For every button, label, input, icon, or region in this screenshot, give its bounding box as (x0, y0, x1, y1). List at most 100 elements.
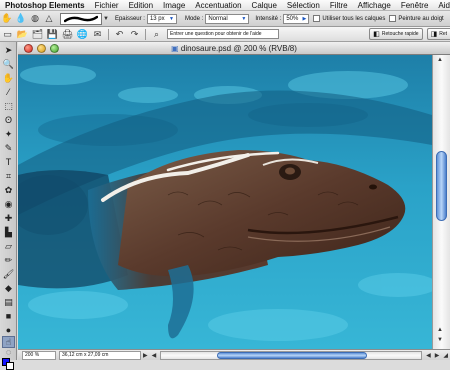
menu-image[interactable]: Image (158, 0, 190, 11)
selection-brush-icon[interactable]: ✎ (2, 142, 15, 154)
scroll-left-icon[interactable]: ◀ (152, 352, 157, 359)
cookie-cutter-icon[interactable]: ✿ (2, 184, 15, 196)
mode-select[interactable]: Normal ▼ (205, 13, 250, 24)
scroll-right-icon[interactable]: ▶ (435, 352, 440, 359)
marquee-icon[interactable]: ⬚ (2, 100, 15, 112)
brush-dropdown-icon[interactable]: ▼ (103, 16, 109, 22)
size-value: 13 px (149, 15, 165, 22)
tool-options-bar: ✋ 💧 ◍ △ ▼ Epaisseur : 13 px ▼ Mode : Nor… (0, 11, 450, 27)
menu-fichier[interactable]: Fichier (90, 0, 124, 11)
pencil-icon[interactable]: ✏ (2, 254, 15, 266)
web-icon[interactable]: 🌐 (75, 28, 90, 41)
menu-aide[interactable]: Aide (433, 0, 450, 11)
quick-fix-icon: ◧ (373, 31, 380, 38)
intensity-field[interactable]: 50% ▶ (283, 13, 310, 24)
next-button[interactable]: ◨ Ret (426, 28, 450, 40)
redo-icon[interactable]: ↷ (127, 28, 142, 41)
save-icon[interactable]: 💾 (45, 28, 60, 41)
intensity-value: 50% (286, 15, 299, 22)
horizontal-scrollbar[interactable] (160, 350, 423, 360)
document-title: ▣ dinosaure.psd @ 200 % (RVB/8) (18, 44, 450, 53)
chevron-right-icon: ▶ (302, 15, 307, 22)
resize-grip-icon[interactable]: ◢ (443, 352, 448, 359)
next-label: Ret (439, 31, 447, 37)
chevron-down-icon: ▼ (241, 15, 247, 22)
print-icon[interactable]: 🖨 (60, 28, 75, 41)
status-menu-icon[interactable]: ▶ (143, 352, 148, 359)
horizontal-scroll-thumb[interactable] (217, 351, 368, 359)
paint-bucket-icon[interactable]: ◆ (2, 282, 15, 294)
scroll-down-icon[interactable]: ▼ (437, 337, 443, 343)
toolbox: ➤ 🔍 ✋ ⁄ ⬚ ʘ ✦ ✎ T ⌗ ✿ ◉ ✚ ▙ ▱ ✏ 🖌 ◆ ▤ ■ … (0, 42, 17, 370)
eyedropper-icon[interactable]: ⁄ (2, 86, 15, 98)
status-bar: 200 % 36,12 cm x 27,09 cm ▶ ◀ ◀ ▶ ◢ (18, 349, 450, 360)
email-icon[interactable]: ✉ (90, 28, 105, 41)
new-file-icon[interactable]: ▭ (0, 28, 15, 41)
all-layers-label: Utiliser tous les calques (322, 15, 386, 22)
all-layers-checkbox[interactable] (313, 15, 321, 22)
browse-icon[interactable]: 🗂 (30, 28, 45, 41)
document-title-bar[interactable]: ▣ dinosaure.psd @ 200 % (RVB/8) (18, 42, 450, 55)
scroll-up-icon[interactable]: ▲ (437, 57, 443, 63)
document-dimensions: 36,12 cm x 27,09 cm (59, 350, 141, 360)
undo-icon[interactable]: ↶ (112, 28, 127, 41)
menu-filtre[interactable]: Filtre (325, 0, 353, 11)
chevron-down-icon: ▼ (169, 15, 174, 22)
clone-stamp-icon[interactable]: ▙ (2, 226, 15, 238)
healing-brush-icon[interactable]: ✚ (2, 212, 15, 224)
finger-painting-checkbox[interactable] (389, 15, 397, 22)
blur-icon[interactable]: ● (2, 324, 15, 336)
quick-fix-button[interactable]: ◧ Retouche rapide (369, 28, 423, 40)
type-icon[interactable]: T (2, 156, 15, 168)
document-window: ▣ dinosaure.psd @ 200 % (RVB/8) ▲ ▲ ▼ 20… (18, 42, 450, 360)
size-label: Epaisseur : (114, 15, 145, 22)
red-eye-icon[interactable]: ◉ (2, 198, 15, 210)
help-search-input[interactable]: Entrer une question pour obtenir de l'ai… (167, 29, 279, 39)
smudge-tool-icon[interactable]: ✋ (0, 13, 14, 25)
size-field[interactable]: 13 px ▼ (146, 13, 177, 24)
menu-app-name[interactable]: Photoshop Elements (0, 0, 90, 11)
document-title-text: dinosaure.psd @ 200 % (RVB/8) (180, 43, 297, 53)
vertical-scrollbar[interactable]: ▲ ▲ ▼ (432, 55, 450, 349)
gradient-icon[interactable]: ▤ (2, 296, 15, 308)
image-canvas[interactable] (18, 55, 432, 349)
menu-fenetre[interactable]: Fenêtre (396, 0, 434, 11)
eraser-icon[interactable]: ▱ (2, 240, 15, 252)
lasso-icon[interactable]: ʘ (2, 114, 15, 126)
menu-edition[interactable]: Edition (124, 0, 158, 11)
shape-icon[interactable]: ■ (2, 310, 15, 322)
magic-wand-icon[interactable]: ✦ (2, 128, 15, 140)
scroll-left-icon[interactable]: ◀ (426, 352, 431, 359)
menu-calque[interactable]: Calque (247, 0, 282, 11)
menu-affichage[interactable]: Affichage (353, 0, 396, 11)
finger-painting-label: Peinture au doigt (398, 15, 444, 22)
quick-fix-label: Retouche rapide (381, 31, 419, 37)
next-icon: ◨ (430, 31, 438, 38)
sponge-tool-icon[interactable]: ◍ (28, 13, 42, 25)
document-file-icon: ▣ (171, 43, 179, 53)
crop-icon[interactable]: ⌗ (2, 170, 15, 182)
brush-icon[interactable]: 🖌 (2, 268, 15, 280)
zoom-icon[interactable]: 🔍 (2, 58, 15, 70)
zoom-level-field[interactable]: 200 % (22, 350, 56, 360)
sharpen-tool-icon[interactable]: △ (42, 13, 56, 25)
divider (145, 28, 146, 40)
menu-accentuation[interactable]: Accentuation (190, 0, 246, 11)
brush-preset-picker[interactable] (60, 12, 102, 25)
scroll-up-icon[interactable]: ▲ (437, 327, 443, 333)
help-search-icon[interactable]: ⌕ (149, 28, 164, 41)
move-icon[interactable]: ➤ (2, 44, 15, 56)
open-folder-icon[interactable]: 📂 (15, 28, 30, 41)
menu-selection[interactable]: Sélection (282, 0, 325, 11)
blur-tool-icon[interactable]: 💧 (14, 13, 28, 25)
intensity-label: Intensité : (255, 15, 282, 22)
brush-stroke-icon (64, 15, 98, 22)
mode-value: Normal (208, 15, 228, 22)
background-color-swatch[interactable] (6, 362, 14, 370)
hand-icon[interactable]: ✋ (2, 72, 15, 84)
divider (108, 28, 109, 40)
sponge-icon[interactable]: ◌ (2, 346, 15, 358)
mode-label: Mode : (184, 15, 204, 22)
vertical-scroll-thumb[interactable] (436, 151, 447, 221)
menu-bar: Photoshop Elements Fichier Edition Image… (0, 0, 450, 11)
